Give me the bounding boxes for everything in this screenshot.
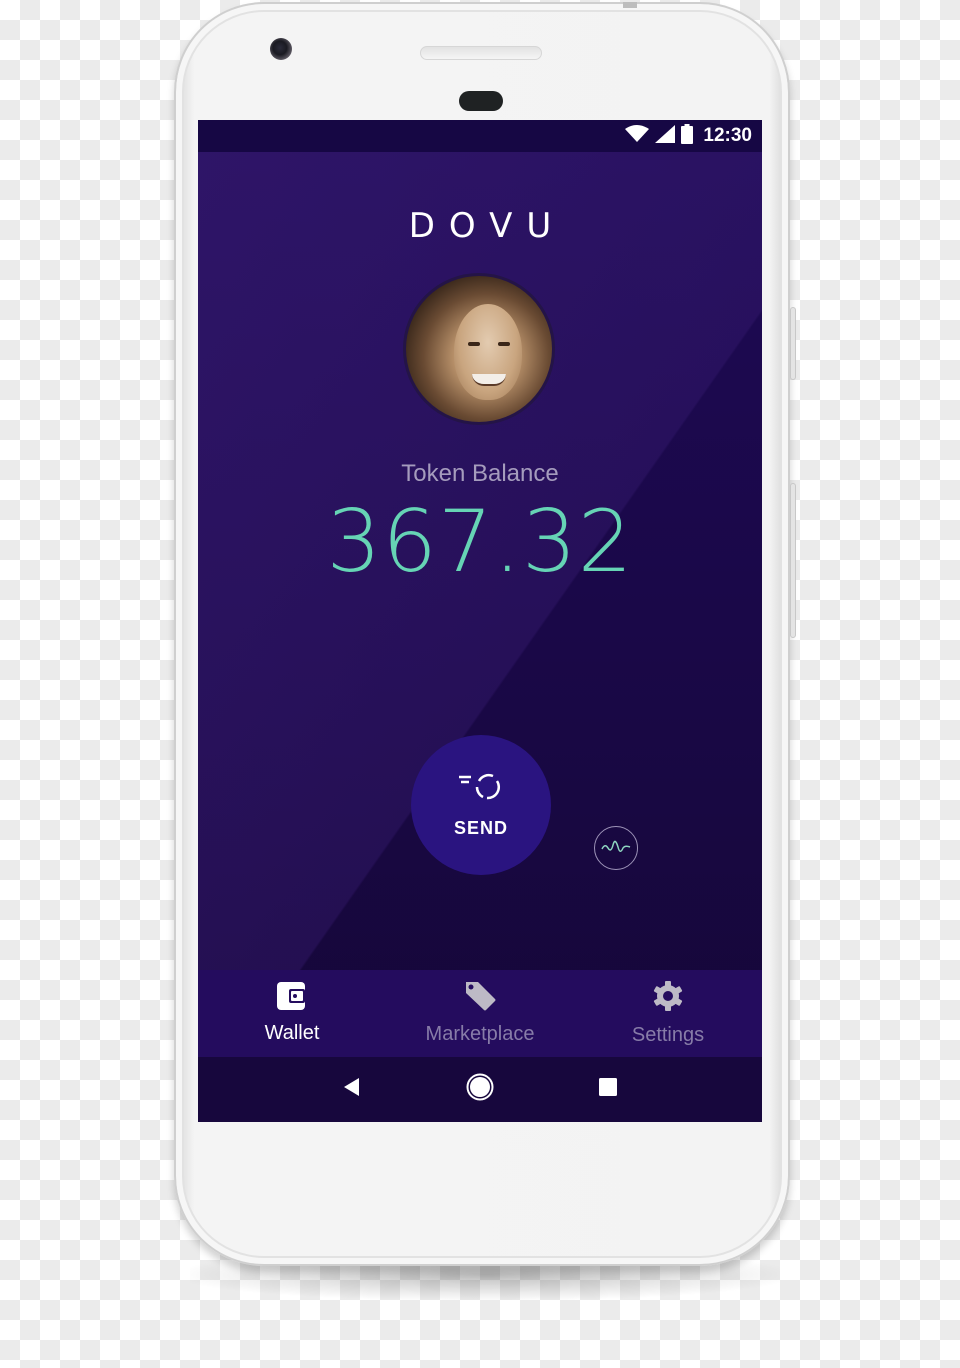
- tab-wallet[interactable]: Wallet: [198, 970, 386, 1057]
- tab-marketplace-label: Marketplace: [425, 1023, 535, 1045]
- avatar-eye: [468, 342, 480, 346]
- app-logo: DOVU: [408, 206, 566, 246]
- tab-wallet-label: Wallet: [264, 1022, 320, 1044]
- system-navigation-bar: [198, 1057, 762, 1122]
- tab-marketplace[interactable]: Marketplace: [386, 970, 574, 1057]
- gear-icon: [652, 980, 684, 1018]
- proximity-sensor: [459, 91, 503, 111]
- token-balance-value: 367.32: [326, 492, 634, 592]
- tag-icon: [463, 981, 497, 1017]
- tab-settings-label: Settings: [631, 1024, 705, 1046]
- app-screen: 12:30 DOVU Token Balance 367.32 SEND Wal…: [198, 120, 762, 1122]
- back-icon: [344, 1078, 360, 1101]
- power-button: [790, 307, 796, 380]
- avatar-eye: [498, 342, 510, 346]
- recents-icon: [599, 1078, 617, 1101]
- home-icon: [466, 1073, 494, 1106]
- send-icon: [457, 771, 505, 806]
- activity-wave-icon: [601, 839, 631, 858]
- back-button[interactable]: [332, 1070, 372, 1110]
- recents-button[interactable]: [588, 1070, 628, 1110]
- battery-icon: [681, 123, 694, 149]
- home-button[interactable]: [460, 1070, 500, 1110]
- status-bar: 12:30: [198, 120, 762, 152]
- wallet-icon: [277, 982, 307, 1016]
- phone-top-notch: [623, 2, 637, 8]
- volume-button: [790, 483, 796, 638]
- send-button[interactable]: SEND: [411, 735, 551, 875]
- send-button-label: SEND: [453, 818, 508, 838]
- wifi-icon: [625, 124, 650, 148]
- cellular-signal-icon: [655, 124, 676, 148]
- status-time: 12:30: [703, 125, 752, 146]
- bottom-tab-bar: Wallet Marketplace Settings: [198, 970, 762, 1057]
- tab-settings[interactable]: Settings: [574, 970, 762, 1057]
- earpiece-speaker: [420, 46, 542, 60]
- activity-button[interactable]: [594, 826, 638, 870]
- token-balance-label: Token Balance: [401, 460, 559, 487]
- avatar[interactable]: [403, 273, 555, 425]
- front-camera: [270, 38, 292, 60]
